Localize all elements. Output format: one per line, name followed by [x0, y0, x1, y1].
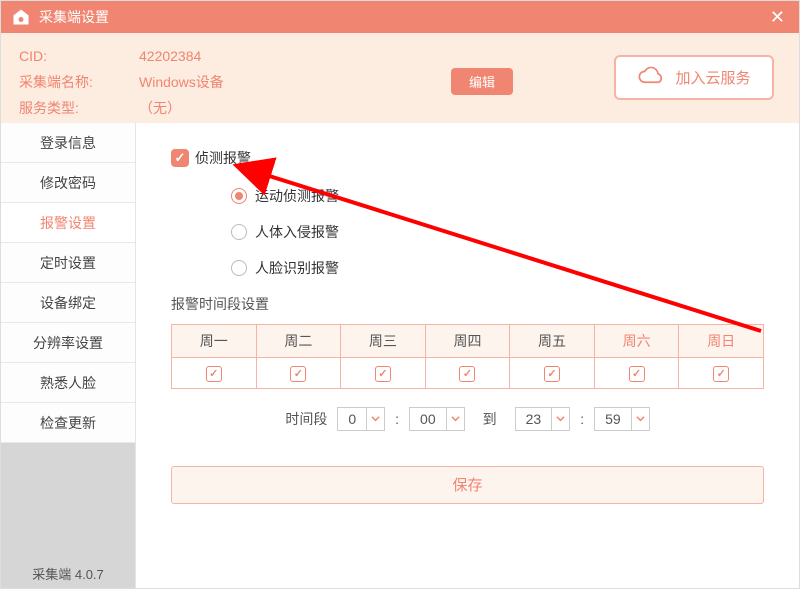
day-header-sun: 周日	[679, 325, 764, 358]
sidebar: 登录信息 修改密码 报警设置 定时设置 设备绑定 分辨率设置 熟悉人脸 检查更新…	[1, 123, 136, 588]
chevron-down-icon[interactable]	[446, 408, 464, 430]
day-check-tue[interactable]	[290, 366, 306, 382]
sidebar-item-login[interactable]: 登录信息	[1, 123, 135, 163]
sidebar-item-faces[interactable]: 熟悉人脸	[1, 363, 135, 403]
join-cloud-button[interactable]: 加入云服务	[614, 55, 774, 100]
schedule-table: 周一 周二 周三 周四 周五 周六 周日	[171, 324, 764, 389]
cloud-icon	[637, 66, 665, 90]
day-check-wed[interactable]	[375, 366, 391, 382]
join-cloud-label: 加入云服务	[675, 67, 750, 88]
day-check-fri[interactable]	[544, 366, 560, 382]
day-check-thu[interactable]	[459, 366, 475, 382]
day-header-sat: 周六	[594, 325, 679, 358]
chevron-down-icon[interactable]	[631, 408, 649, 430]
time-range-row: 时间段 0 : 00 到 23 : 59	[171, 407, 764, 431]
service-label: 服务类型:	[19, 95, 139, 121]
edit-button[interactable]: 编辑	[451, 68, 513, 95]
end-min-select[interactable]: 59	[594, 407, 650, 431]
app-logo-icon	[11, 7, 31, 27]
radio-body[interactable]: 人体入侵报警	[231, 222, 764, 242]
radio-motion[interactable]: 运动侦测报警	[231, 186, 764, 206]
service-value: （无）	[139, 95, 181, 121]
day-header-tue: 周二	[256, 325, 341, 358]
day-check-sat[interactable]	[629, 366, 645, 382]
chevron-down-icon[interactable]	[366, 408, 384, 430]
schedule-title: 报警时间段设置	[171, 294, 764, 314]
close-icon[interactable]: ✕	[766, 7, 789, 28]
chevron-down-icon[interactable]	[551, 408, 569, 430]
window-title: 采集端设置	[39, 7, 766, 27]
day-header-fri: 周五	[510, 325, 595, 358]
cid-label: CID:	[19, 43, 139, 69]
start-hour-select[interactable]: 0	[337, 407, 385, 431]
end-hour-select[interactable]: 23	[515, 407, 571, 431]
sidebar-item-update[interactable]: 检查更新	[1, 403, 135, 443]
day-header-wed: 周三	[341, 325, 426, 358]
sidebar-item-alarm[interactable]: 报警设置	[1, 203, 135, 243]
title-bar: 采集端设置 ✕	[1, 1, 799, 33]
day-header-mon: 周一	[172, 325, 257, 358]
day-header-thu: 周四	[425, 325, 510, 358]
name-label: 采集端名称:	[19, 69, 139, 95]
content-area: 侦测报警 运动侦测报警 人体入侵报警 人脸识别报警 报警时间段设置	[136, 123, 799, 588]
radio-face[interactable]: 人脸识别报警	[231, 258, 764, 278]
time-label: 时间段	[285, 409, 327, 429]
start-min-select[interactable]: 00	[409, 407, 465, 431]
sidebar-item-password[interactable]: 修改密码	[1, 163, 135, 203]
radio-motion-input[interactable]	[231, 188, 247, 204]
sidebar-item-device-bind[interactable]: 设备绑定	[1, 283, 135, 323]
cid-value: 42202384	[139, 43, 201, 69]
time-to-label: 到	[483, 409, 497, 429]
detect-alarm-checkbox[interactable]	[171, 149, 189, 167]
save-button[interactable]: 保存	[171, 466, 764, 504]
sidebar-version: 采集端 4.0.7	[1, 558, 135, 588]
radio-body-input[interactable]	[231, 224, 247, 240]
name-value: Windows设备	[139, 69, 224, 95]
day-check-mon[interactable]	[206, 366, 222, 382]
radio-face-input[interactable]	[231, 260, 247, 276]
detect-alarm-label: 侦测报警	[195, 148, 251, 168]
sidebar-item-schedule[interactable]: 定时设置	[1, 243, 135, 283]
sidebar-item-resolution[interactable]: 分辨率设置	[1, 323, 135, 363]
day-check-sun[interactable]	[713, 366, 729, 382]
info-panel: CID: 42202384 采集端名称: Windows设备 服务类型: （无）…	[1, 33, 799, 123]
